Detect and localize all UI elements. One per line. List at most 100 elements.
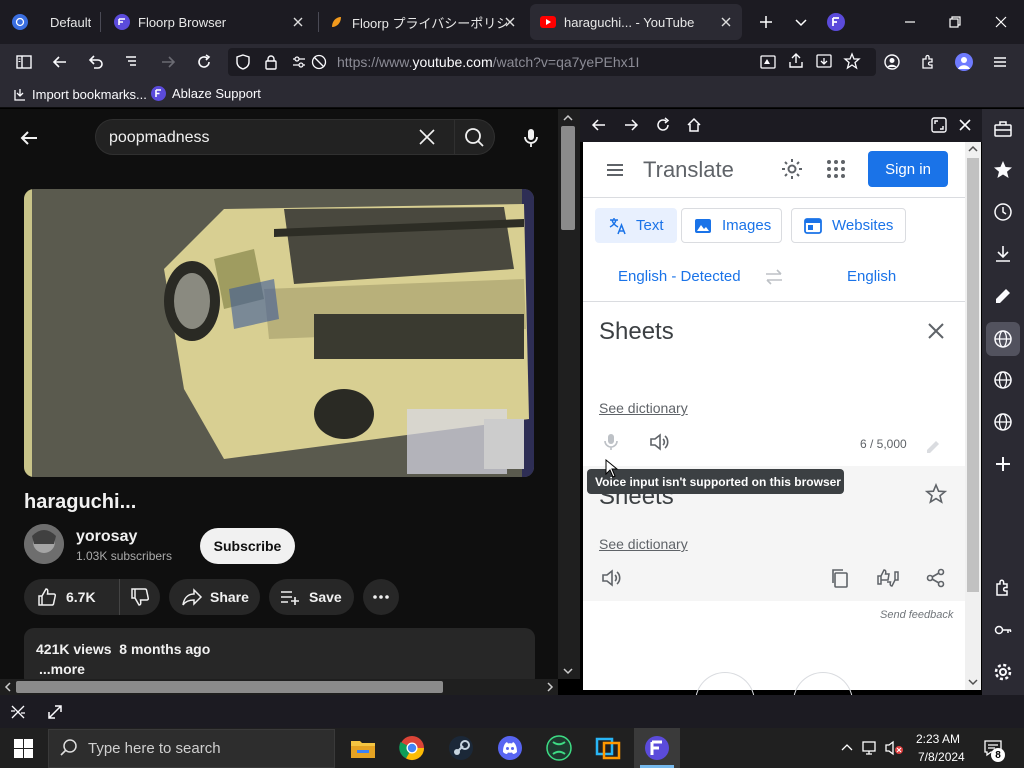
dislike-button[interactable] [120,579,160,615]
menu-icon[interactable] [991,53,1009,71]
scroll-down-icon[interactable] [967,677,979,687]
file-explorer-icon[interactable] [348,733,378,763]
profile-avatar[interactable] [955,53,973,71]
tab-default[interactable]: Default [6,4,96,40]
bookmark-ablaze-support[interactable]: Ablaze Support [151,86,261,101]
tab-youtube[interactable]: haraguchi... - YouTube [530,4,742,40]
close-icon[interactable] [290,14,306,30]
volume-muted-icon[interactable] [884,740,904,756]
steam-icon[interactable] [446,733,476,763]
voice-input-icon[interactable] [601,431,621,453]
web-panel-globe-icon[interactable] [992,328,1014,350]
clock-time[interactable]: 2:23 AM [916,732,960,746]
tab-images[interactable]: Images [681,208,782,243]
account-icon[interactable] [883,53,901,71]
share-button[interactable]: Share [169,579,260,615]
bookmark-star-icon[interactable] [843,52,861,70]
restore-icon[interactable] [947,14,963,30]
clock-date[interactable]: 7/8/2024 [918,750,965,764]
panel-expand-icon[interactable] [930,116,948,134]
scroll-down-icon[interactable] [561,666,575,676]
install-app-icon[interactable] [815,52,833,70]
toolbox-icon[interactable] [992,118,1014,140]
panel-scrollbar-thumb[interactable] [967,158,979,592]
rate-translation-icon[interactable] [875,566,901,590]
settings-gear-icon[interactable] [992,661,1014,683]
listen-speaker-icon[interactable] [648,431,670,453]
undo-close-tab-icon[interactable] [86,52,106,72]
more-actions-button[interactable] [363,579,399,615]
floorp-browser-icon[interactable] [642,733,672,763]
lock-icon[interactable] [262,53,280,71]
xbox-app-icon[interactable] [544,733,574,763]
history-clock-icon[interactable] [992,201,1014,223]
windows-start-icon[interactable] [14,739,33,758]
floorp-account-icon[interactable] [827,13,845,31]
subscribe-button[interactable]: Subscribe [200,528,295,564]
picture-in-picture-icon[interactable] [759,53,777,71]
show-more-link[interactable]: ...more [39,661,85,677]
source-language-button[interactable]: English - Detected [618,268,741,285]
new-tab-icon[interactable] [758,14,774,30]
share-icon[interactable] [787,52,805,70]
minimize-icon[interactable] [902,14,918,30]
tab-floorp-browser[interactable]: Floorp Browser [104,4,314,40]
microphone-icon[interactable] [520,126,542,150]
video-player[interactable] [24,189,534,477]
downloads-icon[interactable] [992,243,1014,265]
extensions-icon[interactable] [919,53,937,71]
fullscreen-expand-icon[interactable] [46,703,64,721]
back-icon[interactable] [50,52,70,72]
apps-grid-icon[interactable] [825,158,847,180]
edit-pencil-icon[interactable] [923,437,943,457]
see-dictionary-link[interactable]: See dictionary [599,536,688,552]
clear-search-icon[interactable] [416,126,438,148]
swap-languages-icon[interactable] [763,267,785,287]
scrollbar-thumb[interactable] [16,681,443,693]
snipping-tool-icon[interactable] [593,733,623,763]
tab-websites[interactable]: Websites [791,208,906,243]
chevron-down-icon[interactable] [793,14,809,30]
add-panel-icon[interactable] [992,453,1014,475]
sign-in-button[interactable]: Sign in [868,151,948,187]
save-button[interactable]: Save [269,579,354,615]
send-feedback-link[interactable]: Send feedback [880,609,953,621]
settings-gear-icon[interactable] [780,157,804,181]
sidebar-toggle-icon[interactable] [14,52,34,72]
network-icon[interactable] [862,740,880,756]
target-language-button[interactable]: English [847,268,896,285]
shield-icon[interactable] [234,53,252,71]
url-text[interactable]: https://www.youtube.com/watch?v=qa7yePEh… [337,54,639,70]
panel-forward-icon[interactable] [622,116,640,134]
search-button[interactable] [455,119,495,155]
source-text-input[interactable]: Sheets [599,318,674,346]
like-button[interactable]: 6.7K [24,579,120,615]
web-panel-globe-icon[interactable] [992,369,1014,391]
save-translation-star-icon[interactable] [925,483,947,505]
panel-back-icon[interactable] [590,116,608,134]
listen-translation-icon[interactable] [600,567,622,589]
close-icon[interactable] [502,14,518,30]
forward-icon[interactable] [158,52,178,72]
bookmarks-star-icon[interactable] [992,159,1014,181]
scroll-up-icon[interactable] [967,144,979,154]
bookmark-import[interactable]: Import bookmarks... [12,86,147,102]
copy-icon[interactable] [829,567,851,589]
discord-icon[interactable] [495,733,525,763]
screenshot-tool-icon[interactable] [9,703,27,721]
web-panel-globe-icon[interactable] [992,411,1014,433]
channel-avatar[interactable] [24,524,64,564]
scroll-left-icon[interactable] [2,681,14,693]
autoplay-blocked-icon[interactable] [310,53,328,71]
panel-close-icon[interactable] [956,116,974,134]
channel-name[interactable]: yorosay [76,528,137,546]
scroll-up-icon[interactable] [561,113,575,123]
clear-text-icon[interactable] [925,320,947,342]
passwords-key-icon[interactable] [992,619,1014,641]
hamburger-menu-icon[interactable] [604,159,626,181]
tab-text[interactable]: Text [595,208,677,243]
addons-puzzle-icon[interactable] [992,577,1014,599]
scrollbar-thumb[interactable] [561,126,575,230]
reload-icon[interactable] [194,52,214,72]
permissions-icon[interactable] [290,53,308,71]
